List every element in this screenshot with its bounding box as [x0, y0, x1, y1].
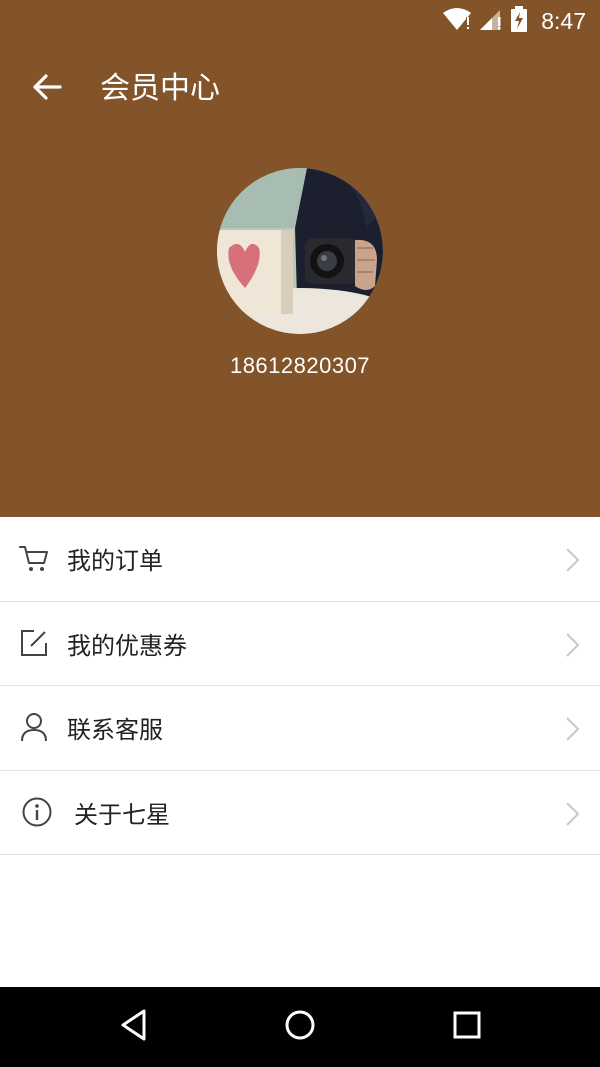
edit-icon — [17, 626, 51, 660]
info-icon — [20, 795, 54, 829]
chevron-right-icon — [562, 632, 582, 658]
user-phone: 18612820307 — [229, 353, 371, 378]
recents-square-icon — [452, 1010, 482, 1044]
wifi-icon — [442, 7, 472, 35]
menu-item-orders[interactable]: 我的订单 — [0, 517, 600, 602]
nav-home-button[interactable] — [280, 1007, 320, 1047]
navigation-bar — [0, 987, 600, 1067]
menu-item-label: 联系客服 — [67, 716, 163, 745]
chevron-right-icon — [562, 716, 582, 742]
battery-charging-icon — [510, 6, 528, 36]
back-triangle-icon — [118, 1008, 150, 1046]
cart-icon — [17, 541, 51, 575]
nav-recents-button[interactable] — [447, 1007, 487, 1047]
chevron-right-icon — [562, 801, 582, 827]
status-time: 8:47 — [541, 8, 586, 34]
menu-item-label: 我的优惠券 — [67, 631, 187, 660]
menu-list: 我的订单 我的优惠券 联系客服 关于七星 — [0, 517, 600, 855]
signal-icon — [478, 7, 504, 35]
menu-item-customer-service[interactable]: 联系客服 — [0, 686, 600, 771]
menu-item-coupons[interactable]: 我的优惠券 — [0, 602, 600, 686]
person-icon — [17, 710, 51, 744]
menu-item-label: 关于七星 — [74, 800, 170, 829]
avatar[interactable] — [217, 168, 383, 334]
status-bar: 8:47 — [0, 0, 600, 44]
toolbar: 会员中心 — [0, 56, 600, 120]
page-title: 会员中心 — [100, 71, 220, 106]
chevron-right-icon — [562, 547, 582, 573]
profile-header: 8:47 会员中心 18612820307 — [0, 0, 600, 517]
menu-item-about[interactable]: 关于七星 — [0, 771, 600, 855]
status-icons — [442, 6, 528, 36]
back-button[interactable] — [22, 68, 72, 110]
nav-back-button[interactable] — [114, 1007, 154, 1047]
menu-item-label: 我的订单 — [67, 547, 163, 576]
arrow-left-icon — [32, 74, 62, 104]
home-circle-icon — [283, 1008, 317, 1046]
